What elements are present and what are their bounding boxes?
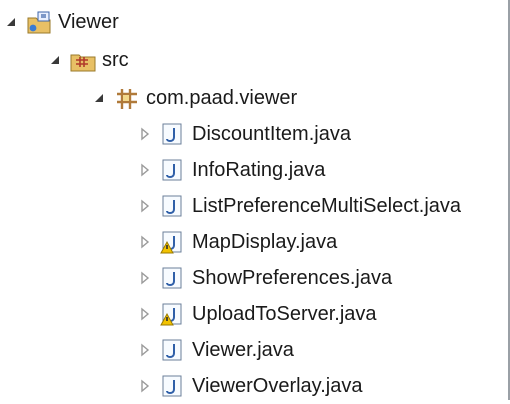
tree-item-java-file-warning[interactable]: MapDisplay.java xyxy=(138,224,337,260)
tree-item-label: UploadToServer.java xyxy=(192,303,377,325)
tree-item-java-file[interactable]: InfoRating.java xyxy=(138,152,325,188)
expand-down-icon[interactable] xyxy=(48,53,62,67)
tree-item-label: ShowPreferences.java xyxy=(192,267,393,289)
expand-right-icon[interactable] xyxy=(138,199,152,213)
package-explorer-tree: Viewer src com.paad.viewer DiscountItem.… xyxy=(0,0,510,400)
java-file-icon xyxy=(160,122,184,146)
tree-item-java-file[interactable]: ListPreferenceMultiSelect.java xyxy=(138,188,461,224)
expand-right-icon[interactable] xyxy=(138,271,152,285)
tree-item-label: ViewerOverlay.java xyxy=(192,375,363,397)
java-file-icon xyxy=(160,158,184,182)
tree-item-label: com.paad.viewer xyxy=(146,87,298,109)
tree-item-java-file[interactable]: Viewer.java xyxy=(138,332,294,368)
tree-item-label: MapDisplay.java xyxy=(192,231,338,253)
java-file-icon xyxy=(160,194,184,218)
expand-right-icon[interactable] xyxy=(138,163,152,177)
source-folder-icon xyxy=(70,48,96,72)
expand-down-icon[interactable] xyxy=(92,91,106,105)
java-file-warning-icon xyxy=(160,302,184,326)
tree-item-src[interactable]: src xyxy=(48,42,129,78)
expand-right-icon[interactable] xyxy=(138,235,152,249)
expand-right-icon[interactable] xyxy=(138,379,152,393)
java-file-warning-icon xyxy=(160,230,184,254)
java-project-icon xyxy=(26,10,51,34)
tree-item-package[interactable]: com.paad.viewer xyxy=(92,80,297,116)
tree-item-java-file-warning[interactable]: UploadToServer.java xyxy=(138,296,377,332)
expand-down-icon[interactable] xyxy=(4,15,18,29)
tree-item-label: src xyxy=(102,49,129,71)
package-icon xyxy=(114,86,138,110)
tree-item-label: Viewer.java xyxy=(192,339,294,361)
tree-item-label: InfoRating.java xyxy=(192,159,326,181)
java-file-icon xyxy=(160,266,184,290)
expand-right-icon[interactable] xyxy=(138,343,152,357)
tree-item-label: ListPreferenceMultiSelect.java xyxy=(192,195,462,217)
tree-item-java-file[interactable]: ViewerOverlay.java xyxy=(138,368,362,404)
java-file-icon xyxy=(160,374,184,398)
tree-item-label: Viewer xyxy=(58,11,119,33)
tree-item-project-viewer[interactable]: Viewer xyxy=(4,4,119,40)
java-file-icon xyxy=(160,338,184,362)
expand-right-icon[interactable] xyxy=(138,307,152,321)
tree-item-java-file[interactable]: DiscountItem.java xyxy=(138,116,351,152)
expand-right-icon[interactable] xyxy=(138,127,152,141)
tree-item-java-file[interactable]: ShowPreferences.java xyxy=(138,260,392,296)
tree-item-label: DiscountItem.java xyxy=(192,123,351,145)
